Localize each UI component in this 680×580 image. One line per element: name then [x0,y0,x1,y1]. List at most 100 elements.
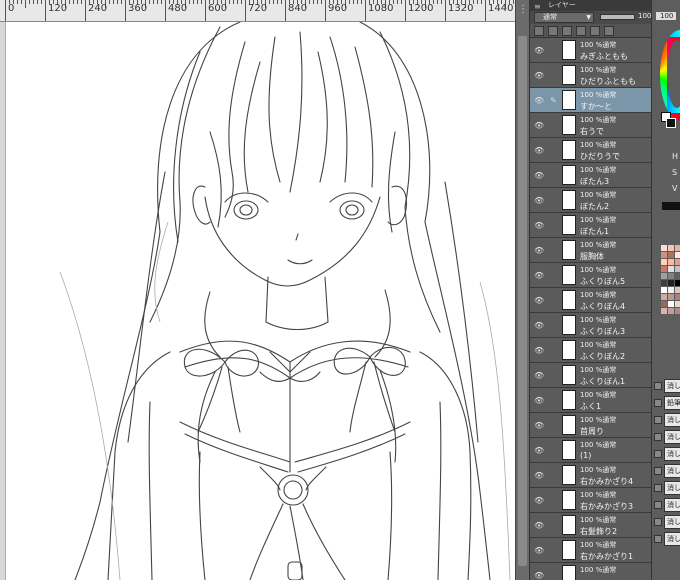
eye-icon[interactable]: 👁 [534,446,544,455]
slot-toggle-button[interactable] [654,399,662,407]
layer-row[interactable]: 👁 100 %通常 ふくりぼん4 [530,288,652,313]
color-swatch[interactable] [668,287,674,293]
eye-icon[interactable]: 👁 [534,346,544,355]
eye-icon[interactable]: 👁 [534,521,544,530]
layer-row[interactable]: 👁 100 %通常 右髪飾り2 [530,513,652,538]
layer-row[interactable]: 👁 100 %通常 ぼたん3 [530,163,652,188]
layer-row[interactable]: 👁 100 %通常 ひだりうで [530,138,652,163]
color-swatch[interactable] [668,280,674,286]
color-swatch[interactable] [661,280,667,286]
eye-icon[interactable]: 👁 [534,271,544,280]
slot-toggle-button[interactable] [654,501,662,509]
slot-toggle-button[interactable] [654,382,662,390]
tool-slot[interactable]: 消しご [664,498,680,512]
eye-icon[interactable]: 👁 [534,196,544,205]
color-swatch[interactable] [661,245,667,251]
lock-layer-button[interactable] [562,26,572,36]
tool-slot[interactable]: 消しご [664,447,680,461]
tool-slot[interactable]: 消しご [664,532,680,546]
color-swatch[interactable] [675,280,680,286]
slot-toggle-button[interactable] [654,416,662,424]
layer-row[interactable]: 👁 100 %通常 右かみかざり3 [530,488,652,513]
tool-slot[interactable]: 消しご [664,379,680,393]
color-swatch[interactable] [661,259,667,265]
eye-icon[interactable]: 👁 [534,396,544,405]
eye-icon[interactable]: 👁 [534,96,544,105]
opacity-slider[interactable] [600,14,635,20]
eye-icon[interactable]: 👁 [534,296,544,305]
color-swatch[interactable] [661,287,667,293]
slot-toggle-button[interactable] [654,518,662,526]
clip-layer-button[interactable] [576,26,586,36]
eye-icon[interactable]: 👁 [534,246,544,255]
tool-slot[interactable]: 消しご [664,515,680,529]
layer-row[interactable]: 👁 100 %通常 ふくりぼん5 [530,263,652,288]
color-swatch[interactable] [675,301,680,307]
layer-row[interactable]: 👁 100 %通常 ぼたん2 [530,188,652,213]
layer-row[interactable]: 👁 100 %通常 みぎふともも [530,38,652,63]
eye-icon[interactable]: 👁 [534,546,544,555]
color-swatch[interactable] [675,252,680,258]
color-swatch[interactable] [668,308,674,314]
eye-icon[interactable]: 👁 [534,121,544,130]
drawing-canvas[interactable] [0,22,515,580]
color-swatch[interactable] [675,245,680,251]
color-swatch[interactable] [661,266,667,272]
slot-toggle-button[interactable] [654,467,662,475]
scrollbar-thumb[interactable] [518,36,527,566]
layer-panel-tab[interactable]: ≡ レイヤー [530,0,652,11]
color-swatch[interactable] [661,301,667,307]
tool-slot[interactable]: 消しご [664,413,680,427]
eye-icon[interactable]: 👁 [534,146,544,155]
layer-row[interactable]: 👁 100 %通常 ぼたん1 [530,213,652,238]
layer-row[interactable]: 👁 100 %通常 服胸体 [530,238,652,263]
canvas-vertical-scrollbar[interactable]: ⋮ [515,0,529,580]
layer-row[interactable]: 👁 100 %通常 ふくりぼん1 [530,363,652,388]
eye-icon[interactable]: 👁 [534,46,544,55]
layer-row[interactable]: 👁 100 %通常 ふくりぼん3 [530,313,652,338]
color-swatch[interactable] [668,252,674,258]
reference-layer-button[interactable] [548,26,558,36]
color-swatch[interactable] [668,301,674,307]
slot-toggle-button[interactable] [654,535,662,543]
slot-toggle-button[interactable] [654,450,662,458]
eye-icon[interactable]: 👁 [534,496,544,505]
layer-row[interactable]: 👁 100 %通常 ふくりぼん2 [530,338,652,363]
layer-mask-button[interactable] [534,26,544,36]
layer-row[interactable]: 👁 100 %通常 [530,563,652,580]
color-swatch[interactable] [668,273,674,279]
slot-toggle-button[interactable] [654,433,662,441]
color-swatch[interactable] [675,273,680,279]
color-swatch[interactable] [675,287,680,293]
layer-row[interactable]: 👁 100 %通常 右かみかざり4 [530,463,652,488]
color-swatch[interactable] [675,259,680,265]
eye-icon[interactable]: 👁 [534,571,544,580]
color-swatch[interactable] [668,266,674,272]
color-swatch[interactable] [675,294,680,300]
eye-icon[interactable]: 👁 [534,221,544,230]
tool-slot[interactable]: 消しご [664,481,680,495]
color-swatch[interactable] [668,259,674,265]
eye-icon[interactable]: 👁 [534,71,544,80]
lock-transparency-button[interactable] [590,26,600,36]
color-swatch[interactable] [661,294,667,300]
layer-row[interactable]: 👁 100 %通常 ひだりふともも [530,63,652,88]
color-swatch[interactable] [661,308,667,314]
layer-row[interactable]: 👁 100 %通常 (1) [530,438,652,463]
layer-row[interactable]: 👁 100 %通常 ふく1 [530,388,652,413]
eye-icon[interactable]: 👁 [534,371,544,380]
palette-color-button[interactable] [604,26,614,36]
eye-icon[interactable]: 👁 [534,471,544,480]
color-swatch[interactable] [668,294,674,300]
tool-slot[interactable]: 消しご [664,430,680,444]
color-swatch[interactable] [668,245,674,251]
color-swatch[interactable] [661,252,667,258]
eye-icon[interactable]: 👁 [534,321,544,330]
sub-color-swatch[interactable] [666,118,676,128]
layer-row[interactable]: 👁 100 %通常 首周り [530,413,652,438]
layer-row[interactable]: 👁 100 %通常 右かみかざり1 [530,538,652,563]
slot-toggle-button[interactable] [654,484,662,492]
layer-row[interactable]: 👁 100 %通常 右うで [530,113,652,138]
tool-slot[interactable]: 鉛筆/ [664,396,680,410]
eye-icon[interactable]: 👁 [534,171,544,180]
